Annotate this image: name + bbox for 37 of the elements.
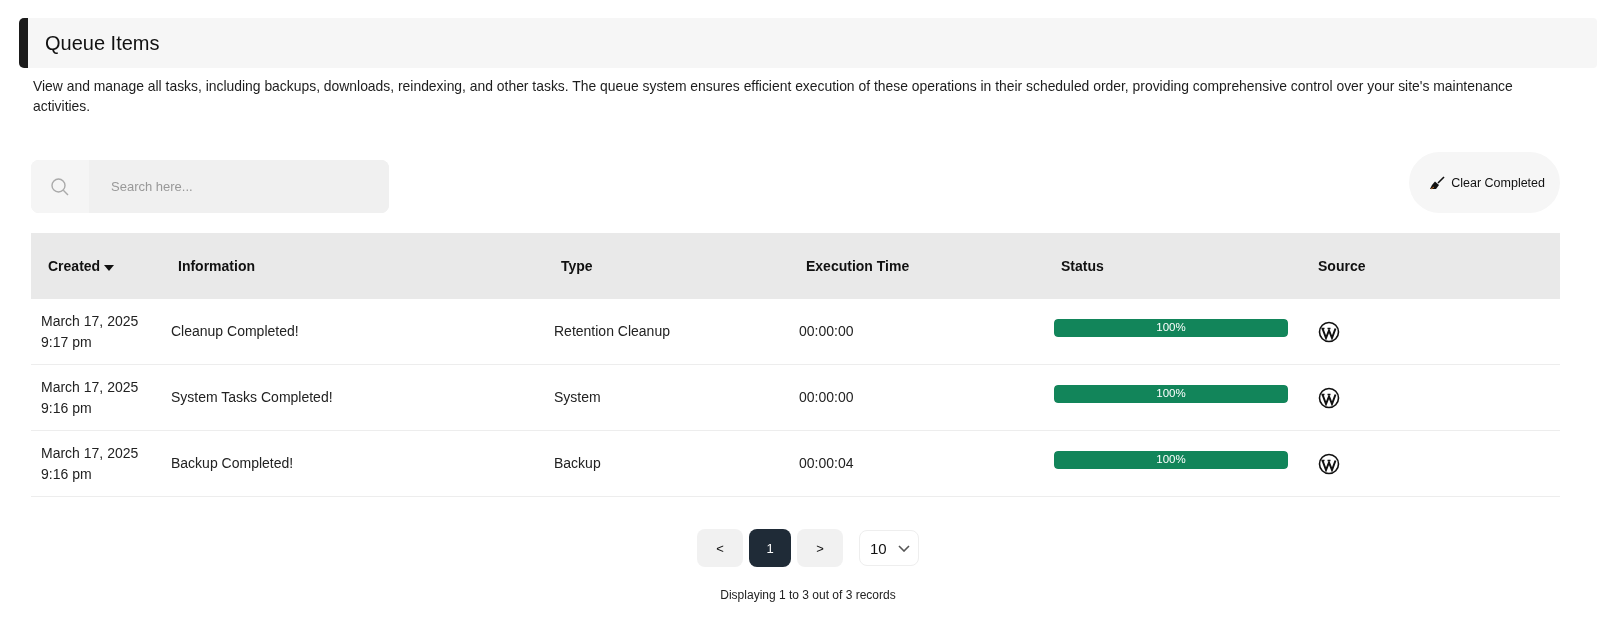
table-cell: Retention Cleanup [554, 323, 670, 339]
table-cell: System Tasks Completed! [171, 389, 333, 405]
table-cell: System [554, 389, 601, 405]
per-page-dropdown[interactable]: 10 [859, 530, 919, 566]
page-button[interactable]: 1 [749, 529, 791, 567]
table-cell-text: March 17, 2025 9:16 pm [41, 443, 140, 484]
column-header[interactable]: Type [544, 258, 789, 274]
table-cell: 00:00:00 [799, 323, 854, 339]
table-cell-text: March 17, 2025 9:17 pm [41, 311, 140, 352]
clear-completed-button[interactable]: Clear Completed [1409, 152, 1560, 213]
page-title: Queue Items [45, 31, 160, 55]
broom-icon [1429, 175, 1446, 190]
page-description: View and manage all tasks, including backups, downloads, reindexing, and other tasks. The queue system ensures efficient execution of these operations in their scheduled order, providing comprehensive control over your site's maintenance activities. [33, 77, 1514, 116]
table-cell-text: March 17, 2025 9:16 pm [41, 377, 140, 418]
search-field[interactable]: Search here... [31, 160, 389, 213]
sort-caret-icon [104, 265, 115, 271]
column-header[interactable]: Source [1301, 258, 1560, 274]
progress-label: 100% [1155, 320, 1187, 335]
table-cell: 00:00:04 [799, 455, 854, 471]
table-cell: 00:00:00 [799, 389, 854, 405]
previous-page-button[interactable]: < [697, 529, 743, 567]
records-summary: Displaying 1 to 3 out of 3 records [720, 588, 896, 602]
column-header[interactable]: Status [1044, 258, 1301, 274]
column-header[interactable]: Created [31, 258, 161, 274]
table-cell: Backup [554, 455, 601, 471]
chevron-down-icon [898, 544, 910, 552]
table-cell: Cleanup Completed! [171, 323, 299, 339]
wordpress-icon [1318, 320, 1340, 343]
table-cell: Backup Completed! [171, 455, 294, 471]
column-header[interactable]: Execution Time [789, 258, 1044, 274]
progress-label: 100% [1155, 386, 1187, 401]
next-page-button[interactable]: > [797, 529, 843, 567]
progress-label: 100% [1155, 452, 1187, 467]
search-icon [50, 176, 70, 197]
column-header[interactable]: Information [161, 258, 544, 274]
wordpress-icon [1318, 452, 1340, 475]
wordpress-icon [1318, 386, 1340, 409]
